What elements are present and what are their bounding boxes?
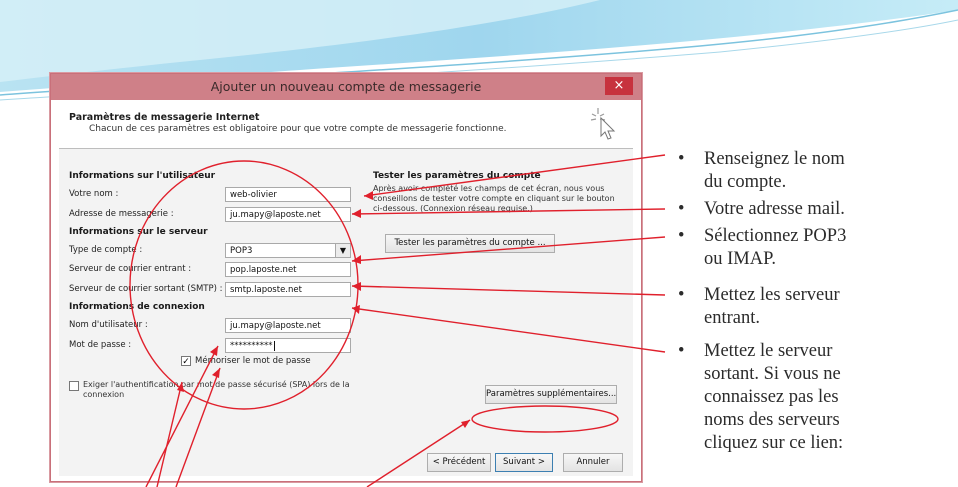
instruction-account-name: • Renseignez le nom du compte. bbox=[678, 148, 845, 194]
test-settings-heading: Tester les paramètres du compte bbox=[373, 171, 541, 181]
username-input[interactable]: ju.mapy@laposte.net bbox=[225, 318, 351, 333]
password-value: ********** bbox=[230, 341, 273, 351]
dialog-content: Paramètres de messagerie Internet Chacun… bbox=[59, 100, 633, 476]
instruction-outgoing-server: • Mettez le serveur sortant. Si vous ne … bbox=[678, 340, 844, 455]
outgoing-server-input[interactable]: smtp.laposte.net bbox=[225, 282, 351, 297]
bullet-icon: • bbox=[678, 285, 685, 305]
bullet-icon: • bbox=[678, 199, 685, 219]
bullet-icon: • bbox=[678, 341, 685, 361]
logon-info-heading: Informations de connexion bbox=[69, 302, 205, 312]
next-button[interactable]: Suivant > bbox=[495, 453, 553, 472]
name-label: Votre nom : bbox=[69, 189, 119, 199]
account-type-label: Type de compte : bbox=[69, 245, 143, 255]
instruction-line: du compte. bbox=[704, 172, 787, 192]
instruction-protocol: • Sélectionnez POP3 ou IMAP. bbox=[678, 225, 847, 271]
instruction-line: sortant. Si vous ne bbox=[704, 364, 841, 384]
password-input[interactable]: ********** bbox=[225, 338, 351, 353]
instruction-line: ou IMAP. bbox=[704, 249, 776, 269]
close-icon[interactable]: × bbox=[605, 77, 633, 95]
account-type-value: POP3 bbox=[230, 246, 253, 256]
user-info-heading: Informations sur l'utilisateur bbox=[69, 171, 216, 181]
previous-button[interactable]: < Précédent bbox=[427, 453, 491, 472]
instruction-line: connaissez pas les bbox=[704, 387, 839, 407]
instruction-line: Renseignez le nom bbox=[704, 149, 845, 169]
incoming-server-input[interactable]: pop.laposte.net bbox=[225, 262, 351, 277]
server-info-heading: Informations sur le serveur bbox=[69, 227, 208, 237]
remember-password-checkbox[interactable]: ✓ bbox=[181, 356, 191, 366]
more-settings-button[interactable]: Paramètres supplémentaires... bbox=[485, 385, 617, 404]
email-label: Adresse de messagerie : bbox=[69, 209, 174, 219]
dialog-titlebar: Ajouter un nouveau compte de messagerie … bbox=[51, 74, 641, 100]
instruction-line: noms des serveurs bbox=[704, 410, 840, 430]
bullet-icon: • bbox=[678, 149, 685, 169]
remember-password-label: Mémoriser le mot de passe bbox=[195, 356, 311, 366]
wizard-cursor-icon bbox=[590, 108, 616, 140]
password-label: Mot de passe : bbox=[69, 340, 132, 350]
add-account-dialog: Ajouter un nouveau compte de messagerie … bbox=[50, 73, 642, 482]
dialog-title: Ajouter un nouveau compte de messagerie bbox=[210, 79, 482, 94]
bullet-icon: • bbox=[678, 226, 685, 246]
email-input[interactable]: ju.mapy@laposte.net bbox=[225, 207, 351, 222]
instruction-line: Mettez les serveur bbox=[704, 285, 840, 305]
chevron-down-icon[interactable]: ▼ bbox=[335, 244, 350, 257]
instruction-line: entrant. bbox=[704, 308, 760, 328]
instruction-line: cliquez sur ce lien: bbox=[704, 433, 844, 453]
instruction-line: Votre adresse mail. bbox=[704, 199, 845, 219]
account-type-select[interactable]: POP3 ▼ bbox=[225, 243, 351, 258]
cancel-button[interactable]: Annuler bbox=[563, 453, 623, 472]
spa-checkbox[interactable] bbox=[69, 381, 79, 391]
instruction-line: Sélectionnez POP3 bbox=[704, 226, 847, 246]
header-title: Paramètres de messagerie Internet bbox=[69, 112, 260, 123]
check-icon: ✓ bbox=[182, 356, 190, 366]
header-subtitle: Chacun de ces paramètres est obligatoire… bbox=[89, 124, 507, 134]
instruction-incoming-server: • Mettez les serveur entrant. bbox=[678, 284, 840, 330]
username-label: Nom d'utilisateur : bbox=[69, 320, 148, 330]
spa-label: Exiger l'authentification par mot de pas… bbox=[83, 380, 350, 399]
instruction-email: • Votre adresse mail. bbox=[678, 198, 845, 221]
name-input[interactable]: web-olivier bbox=[225, 187, 351, 202]
test-settings-description: Après avoir complété les champs de cet é… bbox=[373, 184, 615, 213]
outgoing-server-label: Serveur de courrier sortant (SMTP) : bbox=[69, 284, 223, 294]
test-settings-button[interactable]: Tester les paramètres du compte ... bbox=[385, 234, 555, 253]
instruction-line: Mettez le serveur bbox=[704, 341, 833, 361]
incoming-server-label: Serveur de courrier entrant : bbox=[69, 264, 192, 274]
